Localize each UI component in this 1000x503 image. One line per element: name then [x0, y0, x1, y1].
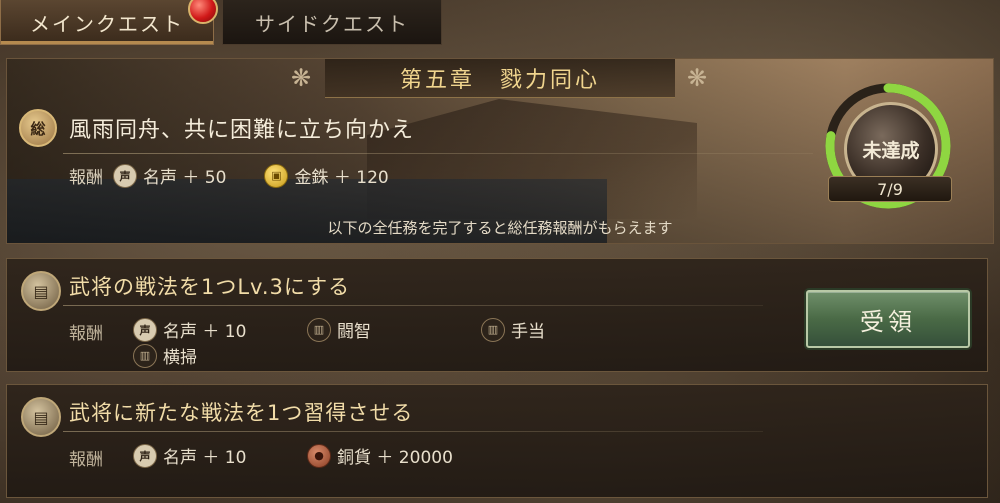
tab-main-quest[interactable]: メインクエスト [0, 0, 214, 45]
fame-icon: 声 [133, 443, 157, 468]
reward-fame-text: 名声 ＋ 10 [163, 448, 247, 468]
tactic-book-icon: ▥ [133, 343, 157, 368]
reward-fame: 声 名声 ＋ 10 [133, 317, 246, 342]
progress-count: 7/9 [828, 176, 952, 202]
tactic-book-icon: ▥ [307, 317, 331, 342]
scroll-book-icon: ▤ [21, 271, 61, 311]
accept-button[interactable]: 受領 [806, 290, 970, 348]
reward-tactic: ▥ 手当 [481, 317, 545, 342]
reward-tactic: ▥ 闘智 [307, 317, 371, 342]
reward-label: 報酬 [69, 168, 103, 188]
chapter-task-text: 風雨同舟、共に困難に立ち向かえ [69, 118, 415, 143]
reward-fame: 声 名声 ＋ 50 [113, 163, 226, 188]
divider [63, 153, 813, 154]
reward-tactic-text: 闘智 [337, 322, 371, 342]
tab-side-quest[interactable]: サイドクエスト [222, 0, 442, 45]
reward-fame: 声 名声 ＋ 10 [133, 443, 246, 468]
quest-item: ▤ 武将に新たな戦法を1つ習得させる 報酬 声 名声 ＋ 10 ● 銅貨 ＋ 2… [6, 384, 988, 498]
reward-tactic: ▥ 横掃 [133, 343, 197, 368]
chapter-note: 以下の全任務を完了すると総任務報酬がもらえます [327, 219, 673, 237]
copper-coin-icon: ● [307, 443, 331, 468]
swirl-ornament-left-icon: ❋ [290, 64, 312, 92]
reward-label: 報酬 [69, 324, 103, 344]
divider [63, 431, 763, 432]
fame-icon: 声 [113, 163, 137, 188]
progress-count-text: 7/9 [877, 179, 903, 199]
reward-tactic-text: 手当 [511, 322, 545, 342]
divider [63, 305, 763, 306]
quest-title: 武将の戦法を1つLv.3にする [69, 275, 351, 299]
swirl-ornament-right-icon: ❋ [686, 64, 708, 92]
reward-label: 報酬 [69, 450, 103, 470]
quest-title: 武将に新たな戦法を1つ習得させる [69, 401, 414, 425]
quest-tabs: メインクエスト サイドクエスト [0, 0, 1000, 46]
chapter-title: 第五章 戮力同心 [325, 59, 675, 98]
chapter-reward-row: 報酬 声 名声 ＋ 50 ▣ 金銖 ＋ 120 [69, 163, 427, 188]
tactic-book-icon: ▥ [481, 317, 505, 342]
reward-tactic-text: 横掃 [163, 348, 197, 368]
reward-copper-text: 銅貨 ＋ 20000 [337, 448, 453, 468]
chapter-task-row: 総 風雨同舟、共に困難に立ち向かえ [19, 109, 414, 147]
reward-fame-text: 名声 ＋ 10 [163, 322, 247, 342]
fame-icon: 声 [133, 317, 157, 342]
reward-gold: ▣ 金銖 ＋ 120 [264, 163, 389, 188]
reward-fame-text: 名声 ＋ 50 [143, 168, 227, 188]
scroll-book-icon: ▤ [21, 397, 61, 437]
overall-badge-icon: 総 [19, 109, 57, 147]
reward-copper: ● 銅貨 ＋ 20000 [307, 443, 453, 468]
gold-coin-icon: ▣ [264, 163, 289, 188]
reward-gold-text: 金銖 ＋ 120 [294, 168, 389, 188]
